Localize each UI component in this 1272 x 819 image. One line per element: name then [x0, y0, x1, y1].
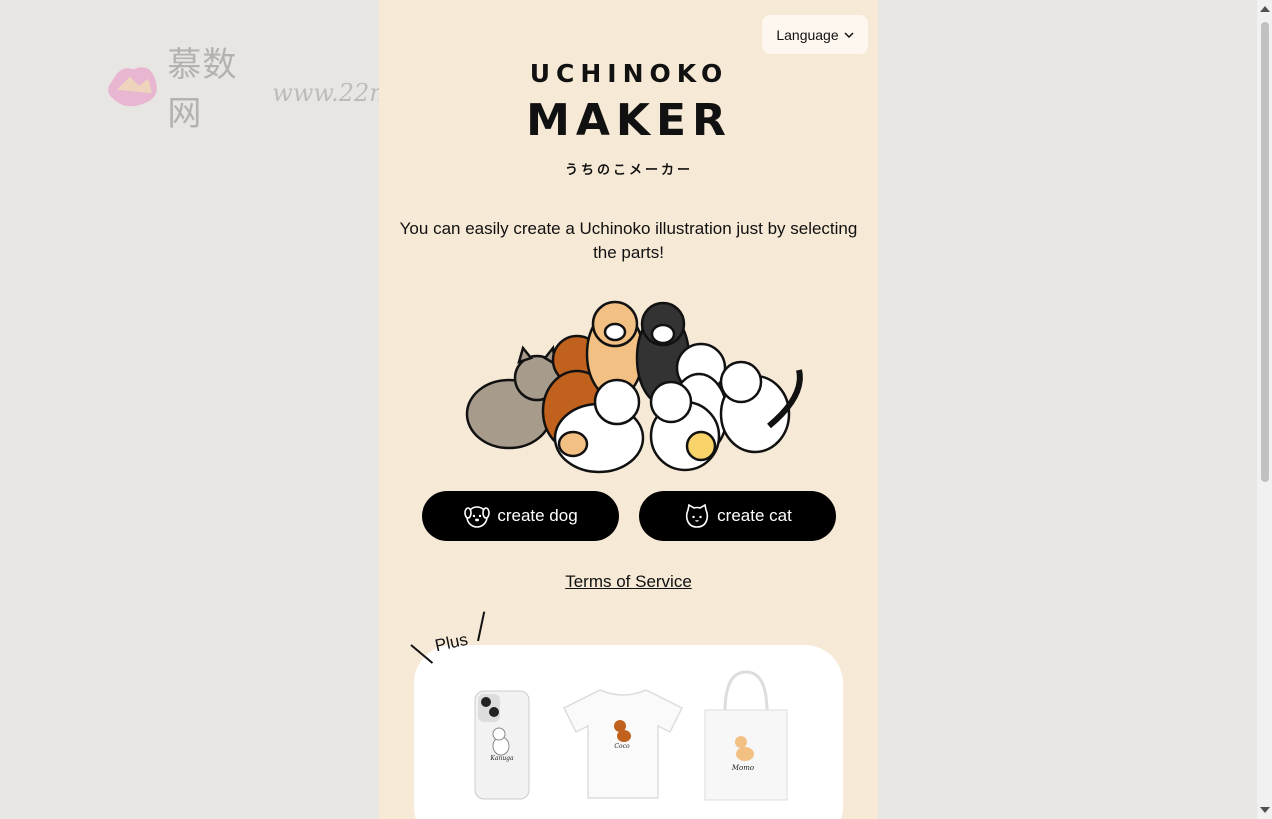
t-shirt-caption: Coco: [614, 743, 630, 750]
app-logo: UCHINOKO MAKER うちのこメーカー: [499, 55, 759, 180]
plus-decor-line: [477, 611, 486, 642]
create-cat-label: create cat: [717, 506, 792, 525]
create-cat-button[interactable]: create cat: [639, 491, 836, 541]
create-dog-button[interactable]: create dog: [422, 491, 619, 541]
watermark-logo-icon: [108, 67, 157, 107]
chevron-down-icon: [844, 31, 854, 38]
phone-case-product[interactable]: Kanuga: [474, 690, 530, 800]
terms-of-service-link[interactable]: Terms of Service: [379, 572, 878, 592]
watermark-brand: 慕数网: [167, 45, 238, 134]
scroll-down-arrow-icon[interactable]: [1260, 807, 1270, 813]
cat-face-icon: [686, 503, 709, 528]
scrollbar[interactable]: [1257, 0, 1272, 819]
dog-face-icon: [464, 506, 491, 528]
intro-text: You can easily create a Uchinoko illustr…: [399, 219, 858, 262]
scroll-up-arrow-icon[interactable]: [1260, 6, 1270, 12]
logo-top-text: UCHINOKO: [529, 59, 729, 88]
create-dog-label: create dog: [497, 506, 578, 525]
pets-illustration: [465, 300, 803, 474]
tote-caption: Momo: [731, 764, 754, 772]
t-shirt-product[interactable]: Coco: [562, 688, 684, 800]
main-content: Language UCHINOKO MAKER うちのこメーカー You can…: [379, 0, 878, 819]
phone-caption: Kanuga: [489, 755, 514, 762]
scrollbar-thumb[interactable]: [1261, 22, 1269, 482]
tote-bag-product[interactable]: Momo: [701, 670, 791, 802]
language-label: Language: [776, 26, 839, 43]
logo-main-text: MAKER: [526, 95, 732, 146]
language-button[interactable]: Language: [762, 15, 868, 54]
logo-japanese-text: うちのこメーカー: [564, 163, 693, 178]
